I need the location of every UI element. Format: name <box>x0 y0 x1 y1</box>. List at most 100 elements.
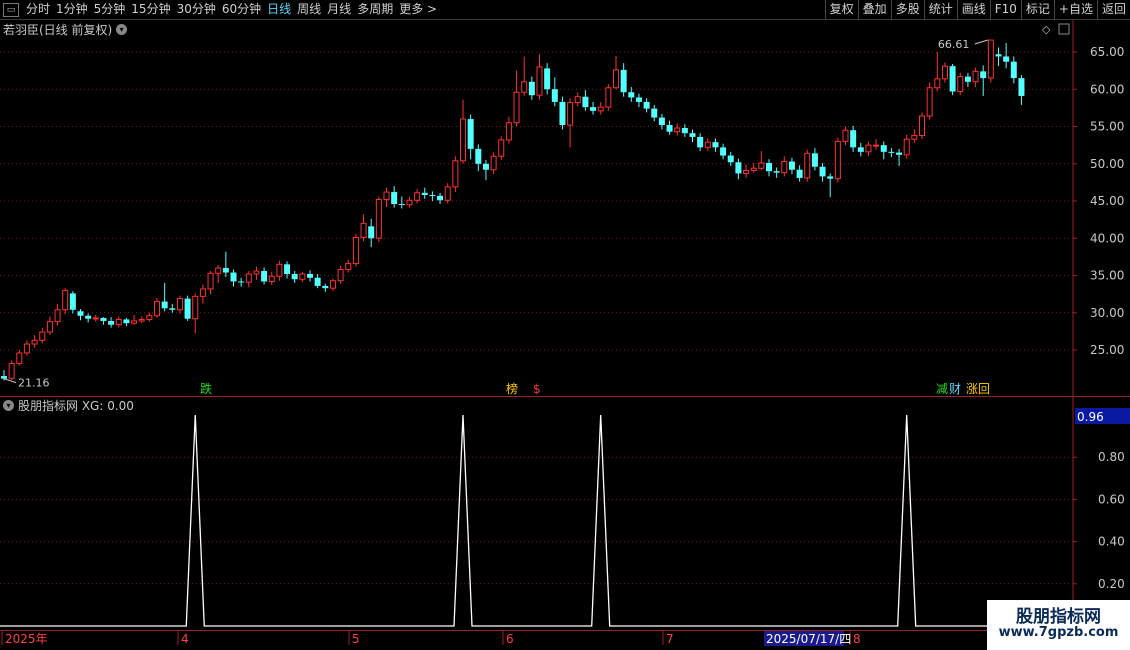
candle-body <box>299 273 306 280</box>
candle-body <box>230 272 237 282</box>
candle-body <box>222 268 229 273</box>
candle-body <box>1 376 7 379</box>
candle-body <box>712 142 719 148</box>
candle-body <box>980 71 987 79</box>
low-price-label: 21.16 <box>18 377 50 390</box>
candle-body <box>85 315 92 319</box>
candle-body <box>949 66 956 92</box>
candle-body <box>735 162 742 174</box>
event-marker: 财 <box>949 382 961 396</box>
candle-body <box>544 68 551 90</box>
watermark-title: 股朋指标网 <box>1016 607 1101 627</box>
candle-body <box>429 195 436 197</box>
watermark: 股朋指标网 www.7gpzb.com <box>987 600 1130 650</box>
candle-body <box>934 78 941 89</box>
candle-body <box>605 87 612 108</box>
date-axis-label: 2025年 <box>5 632 48 646</box>
candle-body <box>521 81 528 93</box>
candle-body <box>643 101 650 109</box>
candle-body <box>628 92 635 98</box>
indicator-tick-label: 0.60 <box>1098 492 1125 506</box>
candle-body <box>192 295 199 320</box>
candle-body <box>253 270 260 275</box>
candle-body <box>743 169 750 174</box>
candle-body <box>176 298 183 311</box>
candle-body <box>69 293 76 310</box>
candle-body <box>681 127 688 134</box>
candle-body <box>536 66 543 96</box>
candle-body <box>329 280 336 289</box>
candle-body <box>834 140 841 180</box>
candle-body <box>1003 56 1010 62</box>
candle-body <box>597 106 604 112</box>
candle-body <box>307 274 313 278</box>
candle-body <box>987 39 994 79</box>
price-tick-label: 60.00 <box>1090 82 1124 96</box>
candle-body <box>689 133 696 137</box>
high-pointer <box>974 39 988 45</box>
candle-body <box>161 301 168 309</box>
indicator-panel-title: ▾ 股朋指标网 XG: 0.00 <box>0 397 134 414</box>
date-axis-label: 4 <box>181 632 189 646</box>
candle-body <box>475 148 482 164</box>
candle-body <box>352 237 359 265</box>
date-axis-label: 6 <box>506 632 514 646</box>
candle-body <box>245 273 252 283</box>
candle-body <box>590 107 597 111</box>
candle-body <box>513 91 520 124</box>
candle-body <box>613 69 619 89</box>
indicator-title: 股朋指标网 XG: 0.00 <box>18 399 134 413</box>
candle-body <box>750 167 757 171</box>
candle-body <box>123 319 130 324</box>
candle-body <box>567 102 574 126</box>
candle-body <box>345 263 352 271</box>
event-marker: 减 <box>936 382 948 396</box>
price-tick-label: 45.00 <box>1090 194 1124 208</box>
candle-body <box>100 317 107 321</box>
candle-body <box>674 127 681 133</box>
candle-body <box>781 161 788 174</box>
candle-body <box>199 288 206 297</box>
candle-body <box>482 163 489 170</box>
candle-body <box>467 119 474 149</box>
candle-body <box>620 69 627 93</box>
candle-body <box>154 301 160 317</box>
candle-body <box>460 118 466 162</box>
event-marker: 跌 <box>200 381 212 396</box>
candle-body <box>276 263 283 277</box>
watermark-url: www.7gpzb.com <box>998 625 1119 640</box>
candle-body <box>1010 61 1017 79</box>
candle-body <box>444 186 451 201</box>
candle-body <box>888 151 895 153</box>
candle-body <box>582 96 589 108</box>
candle-body <box>360 222 367 239</box>
candle-body <box>880 145 887 152</box>
candle-body <box>505 122 512 141</box>
candle-body <box>261 271 268 282</box>
candle-body <box>108 320 115 325</box>
candle-body <box>574 96 581 104</box>
candle-body <box>322 285 329 289</box>
candle-body <box>528 81 535 96</box>
candle-body <box>704 141 711 148</box>
candle-body <box>926 87 933 117</box>
candle-body <box>490 155 497 171</box>
chevron-down-icon[interactable]: ▾ <box>116 24 128 35</box>
candle-body <box>406 199 413 206</box>
candle-body <box>414 192 421 201</box>
candle-body <box>995 54 1002 57</box>
candle-body <box>919 115 925 136</box>
candle-body <box>115 318 122 326</box>
candle-body <box>131 320 138 324</box>
price-tick-label: 25.00 <box>1090 343 1124 357</box>
candle-body <box>23 343 30 354</box>
date-axis-label: 5 <box>352 632 360 646</box>
chevron-down-icon[interactable]: ▾ <box>3 400 14 411</box>
candle-body <box>1018 78 1025 96</box>
xg-indicator-line <box>0 414 1073 627</box>
candle-body <box>697 136 704 148</box>
candle-body <box>758 162 765 169</box>
candle-body <box>788 161 795 170</box>
price-tick-label: 30.00 <box>1090 306 1124 320</box>
candle-body <box>207 272 214 290</box>
